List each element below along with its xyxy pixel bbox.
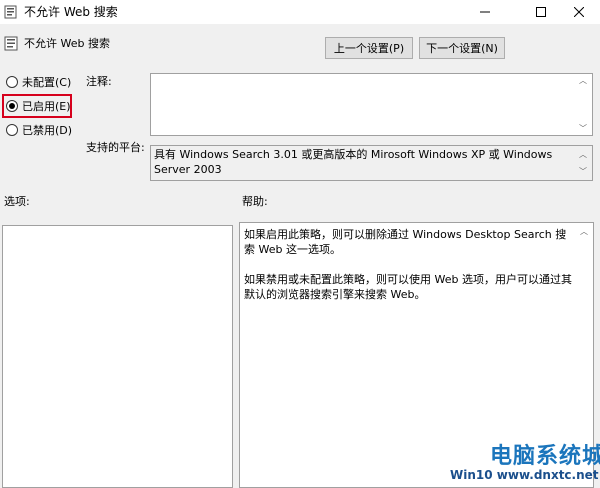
watermark-title: 电脑系统城 — [490, 444, 600, 469]
watermark: 电脑系统城 Win10 www.dnxtc.net — [450, 438, 600, 488]
platform-label: 支持的平台: — [86, 141, 145, 154]
scroll-up-icon[interactable]: ︿ — [579, 75, 587, 86]
radio-disabled[interactable]: 已禁用(D) — [6, 122, 72, 138]
radio-icon — [6, 124, 18, 136]
scroll-down-icon[interactable]: ﹀ — [579, 164, 587, 179]
window-title: 不允许 Web 搜索 — [24, 5, 118, 19]
radio-label: 已禁用(D) — [22, 124, 73, 137]
maximize-icon — [536, 7, 546, 17]
watermark-url: Win10 www.dnxtc.net — [450, 468, 599, 482]
close-button[interactable] — [556, 0, 600, 24]
radio-selected-icon — [6, 100, 18, 112]
minimize-icon — [480, 11, 490, 13]
next-setting-button[interactable]: 下一个设置(N) — [419, 37, 505, 59]
close-icon — [574, 7, 584, 17]
scroll-up-icon[interactable]: ︿ — [579, 147, 587, 162]
setting-title: 不允许 Web 搜索 — [24, 37, 110, 50]
radio-not-configured[interactable]: 未配置(C) — [6, 74, 71, 90]
platform-field: 具有 Windows Search 3.01 或更高版本的 Mirosoft W… — [150, 145, 593, 181]
help-paragraph: 如果启用此策略，则可以删除通过 Windows Desktop Search 搜… — [244, 228, 567, 256]
radio-icon — [6, 76, 18, 88]
options-panel — [2, 225, 233, 488]
platform-scrollbar[interactable]: ︿ ﹀ — [576, 146, 592, 180]
help-label: 帮助: — [242, 195, 268, 208]
note-label: 注释: — [86, 75, 112, 88]
radio-enabled[interactable]: 已启用(E) — [6, 98, 71, 114]
radio-label: 已启用(E) — [22, 100, 71, 113]
scroll-up-icon[interactable]: ︿ — [580, 224, 588, 239]
policy-icon — [4, 36, 18, 51]
previous-setting-button[interactable]: 上一个设置(P) — [325, 37, 413, 59]
note-scrollbar[interactable]: ︿ ﹀ — [576, 74, 592, 135]
note-textarea[interactable]: ︿ ﹀ — [150, 73, 593, 136]
radio-label: 未配置(C) — [22, 76, 72, 89]
help-paragraph: 如果禁用或未配置此策略，则可以使用 Web 选项，用户可以通过其默认的浏览器搜索… — [244, 273, 572, 301]
policy-icon — [4, 5, 17, 19]
options-label: 选项: — [4, 195, 30, 208]
scroll-down-icon[interactable]: ﹀ — [579, 123, 587, 134]
platform-value: 具有 Windows Search 3.01 或更高版本的 Mirosoft W… — [154, 148, 553, 176]
minimize-button[interactable] — [462, 0, 508, 24]
